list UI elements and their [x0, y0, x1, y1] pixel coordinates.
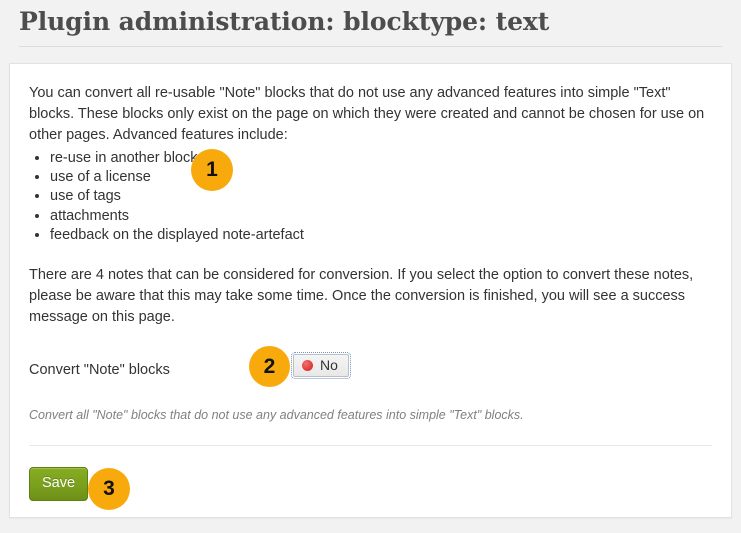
list-item: use of tags	[50, 187, 712, 206]
save-button[interactable]: Save	[29, 467, 89, 502]
page-header: Plugin administration: blocktype: text	[0, 0, 741, 47]
list-item: feedback on the displayed note-artefact	[50, 226, 712, 245]
panel-body: You can convert all re-usable "Note" blo…	[29, 83, 712, 502]
list-item: attachments	[50, 207, 712, 226]
list-item: re-use in another block	[50, 149, 712, 168]
annotation-marker-3: 3	[88, 468, 130, 510]
page-title: Plugin administration: blocktype: text	[19, 7, 550, 36]
annotation-marker-1: 1	[191, 149, 233, 191]
convert-note-blocks-help-text: Convert all "Note" blocks that do not us…	[29, 408, 524, 423]
convert-toggle-wrap: No	[291, 352, 351, 380]
advanced-features-list: re-use in another block use of a license…	[29, 149, 712, 245]
red-dot-icon	[302, 360, 313, 372]
convert-note-blocks-label: Convert "Note" blocks	[29, 362, 170, 379]
form-actions: Save	[29, 467, 712, 502]
content-panel: You can convert all re-usable "Note" blo…	[9, 63, 732, 518]
annotation-marker-2: 2	[249, 346, 290, 387]
intro-paragraph: You can convert all re-usable "Note" blo…	[29, 85, 705, 143]
convert-note-blocks-toggle[interactable]: No	[291, 352, 351, 380]
list-item: use of a license	[50, 168, 712, 187]
header-divider	[19, 46, 722, 47]
convert-note-blocks-row: Convert "Note" blocks No	[29, 352, 712, 388]
notes-count-paragraph: There are 4 notes that can be considered…	[29, 267, 694, 326]
form-divider	[29, 445, 712, 447]
convert-toggle-value: No	[320, 357, 338, 374]
